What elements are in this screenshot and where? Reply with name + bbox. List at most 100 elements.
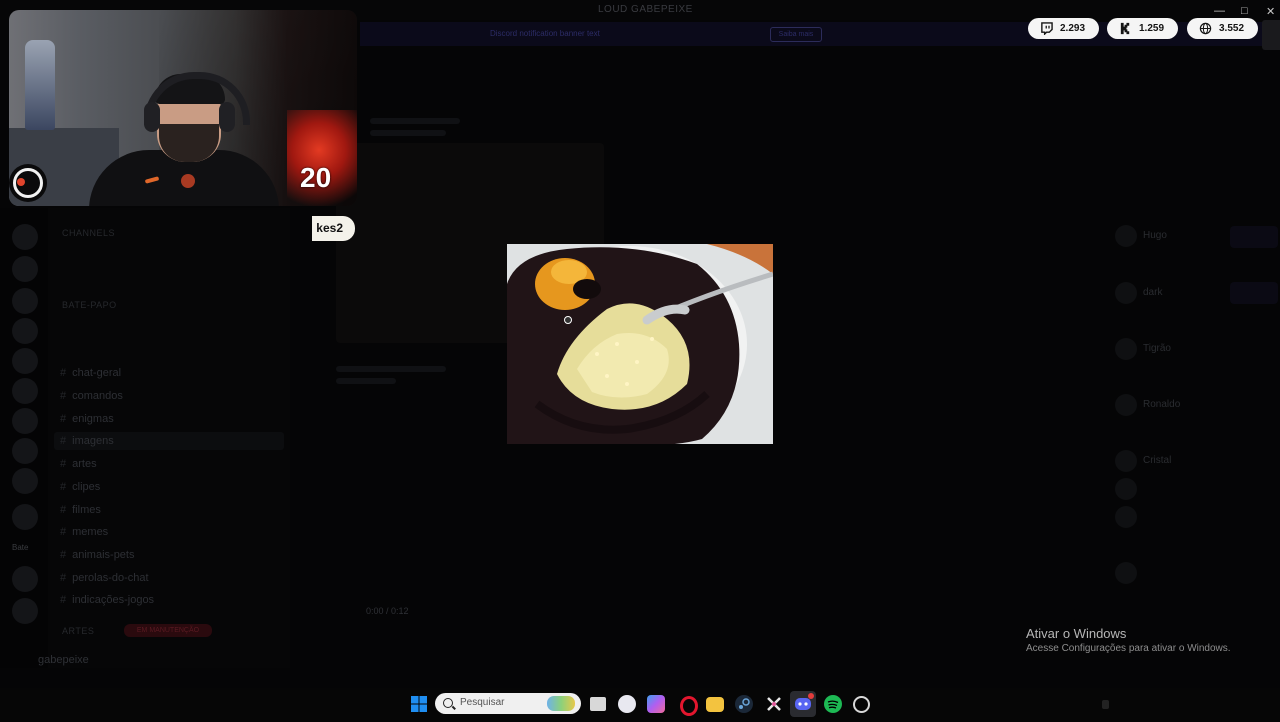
avatar xyxy=(1115,450,1137,472)
mouse-cursor xyxy=(564,316,572,324)
expanded-image[interactable] xyxy=(507,244,773,444)
side-button[interactable] xyxy=(1262,20,1280,50)
kick-viewers-badge: 1.259 xyxy=(1107,18,1178,39)
channel-name: enigmas xyxy=(72,413,114,425)
category-label[interactable]: CHANNELS xyxy=(62,228,115,238)
avatar xyxy=(1115,282,1137,304)
task-view-icon[interactable] xyxy=(590,697,606,711)
headphone-cup xyxy=(144,102,160,132)
avatar xyxy=(1115,394,1137,416)
member-highlight xyxy=(1230,226,1278,248)
channel-name: imagens xyxy=(72,435,114,447)
badge-value: 2.293 xyxy=(1060,23,1086,34)
message-line xyxy=(336,366,446,372)
channel-name: artes xyxy=(72,458,97,470)
chat-user-pill: kes2 xyxy=(312,216,355,241)
member-list xyxy=(1110,80,1280,680)
server-icon[interactable] xyxy=(12,256,38,282)
food-photo xyxy=(507,244,773,444)
category-label[interactable]: BATE-PAPO xyxy=(62,300,117,310)
channel-item[interactable]: # perolas-do-chat xyxy=(60,572,149,584)
avatar xyxy=(1115,506,1137,528)
obs-icon[interactable] xyxy=(853,696,870,713)
member-item[interactable]: Ronaldo xyxy=(1115,394,1265,418)
channel-name: filmes xyxy=(72,504,101,516)
tray-icon[interactable] xyxy=(1102,700,1109,709)
file-explorer-icon[interactable] xyxy=(706,697,724,712)
category-label[interactable]: ARTES xyxy=(62,626,94,636)
video-time: 0:00 / 0:12 xyxy=(366,606,409,616)
server-icon[interactable] xyxy=(12,566,38,592)
capcut-icon[interactable] xyxy=(765,695,783,713)
server-icon[interactable] xyxy=(12,348,38,374)
banner-button[interactable]: Saiba mais xyxy=(770,27,822,42)
server-icon[interactable] xyxy=(12,224,38,250)
server-icon[interactable] xyxy=(12,598,38,624)
spotify-waves-icon xyxy=(827,700,839,709)
search-placeholder: Pesquisar xyxy=(460,697,505,708)
close-icon[interactable]: ✕ xyxy=(1266,5,1275,18)
steam-logo-icon xyxy=(739,698,750,709)
channel-name: perolas-do-chat xyxy=(72,572,149,584)
search-icon-handle xyxy=(452,705,456,710)
search-highlight-icon xyxy=(547,696,575,711)
channel-item[interactable]: # clipes xyxy=(60,481,100,493)
spotify-icon[interactable] xyxy=(824,695,842,713)
member-name: Cristal xyxy=(1143,455,1172,466)
channel-item[interactable]: # artes xyxy=(60,458,97,470)
activation-title: Ativar o Windows xyxy=(1026,626,1127,641)
server-icon[interactable] xyxy=(12,288,38,314)
username: gabepeixe xyxy=(38,654,89,666)
video-player-bar[interactable]: 0:00 / 0:12 xyxy=(340,604,565,620)
channel-name: memes xyxy=(72,526,109,538)
total-viewers-badge: 3.552 xyxy=(1187,18,1258,39)
avatar xyxy=(1115,562,1137,584)
maximize-icon[interactable]: □ xyxy=(1241,5,1248,17)
chat-user-name: kes2 xyxy=(316,221,343,235)
member-item[interactable] xyxy=(1115,562,1265,586)
channel-item[interactable]: # animais-pets xyxy=(60,549,134,561)
member-item[interactable] xyxy=(1115,506,1265,530)
server-icon[interactable] xyxy=(12,504,38,530)
channel-item-selected[interactable]: # imagens xyxy=(54,432,284,450)
member-item[interactable]: Cristal xyxy=(1115,450,1265,474)
server-icon[interactable] xyxy=(12,468,38,494)
member-item[interactable] xyxy=(1115,478,1265,502)
figure-shape xyxy=(25,40,55,130)
windows-start-icon[interactable] xyxy=(410,695,428,713)
capcut-logo-icon xyxy=(767,697,781,711)
member-highlight xyxy=(1230,282,1278,304)
member-name: Tigrão xyxy=(1143,343,1171,354)
member-name: dark xyxy=(1143,287,1163,298)
channel-item[interactable]: # enigmas xyxy=(60,413,114,425)
message-line xyxy=(336,378,396,384)
channel-item[interactable]: # comandos xyxy=(60,390,123,402)
avatar xyxy=(1115,225,1137,247)
server-icon[interactable] xyxy=(12,318,38,344)
copilot-icon[interactable] xyxy=(647,695,665,713)
taskbar xyxy=(0,688,1280,720)
opera-icon[interactable] xyxy=(680,696,698,716)
ghost-app-icon[interactable] xyxy=(618,695,636,713)
channel-item[interactable]: # indicações-jogos xyxy=(60,594,154,606)
overlay-counter: 20 xyxy=(300,162,332,193)
taskbar-search[interactable]: Pesquisar xyxy=(435,693,581,714)
member-item[interactable]: Tigrão xyxy=(1115,338,1265,362)
discord-taskbar-button[interactable] xyxy=(790,691,816,717)
twitch-icon xyxy=(1041,22,1053,35)
steam-icon[interactable] xyxy=(735,695,753,713)
minimize-icon[interactable]: — xyxy=(1214,5,1225,17)
user-panel[interactable]: gabepeixe xyxy=(12,652,282,678)
twitch-viewers-badge: 2.293 xyxy=(1028,18,1099,39)
server-icon[interactable] xyxy=(12,438,38,464)
channel-name: clipes xyxy=(72,481,101,493)
avatar xyxy=(1115,478,1137,500)
server-icon[interactable] xyxy=(12,408,38,434)
channel-item[interactable]: # memes xyxy=(60,526,108,538)
window-title: LOUD GABEPEIXE xyxy=(598,4,693,15)
logo-dot xyxy=(17,178,25,186)
channel-item[interactable]: # filmes xyxy=(60,504,101,516)
channel-name: animais-pets xyxy=(72,549,135,561)
server-icon[interactable] xyxy=(12,378,38,404)
channel-item[interactable]: # chat-geral xyxy=(60,367,121,379)
